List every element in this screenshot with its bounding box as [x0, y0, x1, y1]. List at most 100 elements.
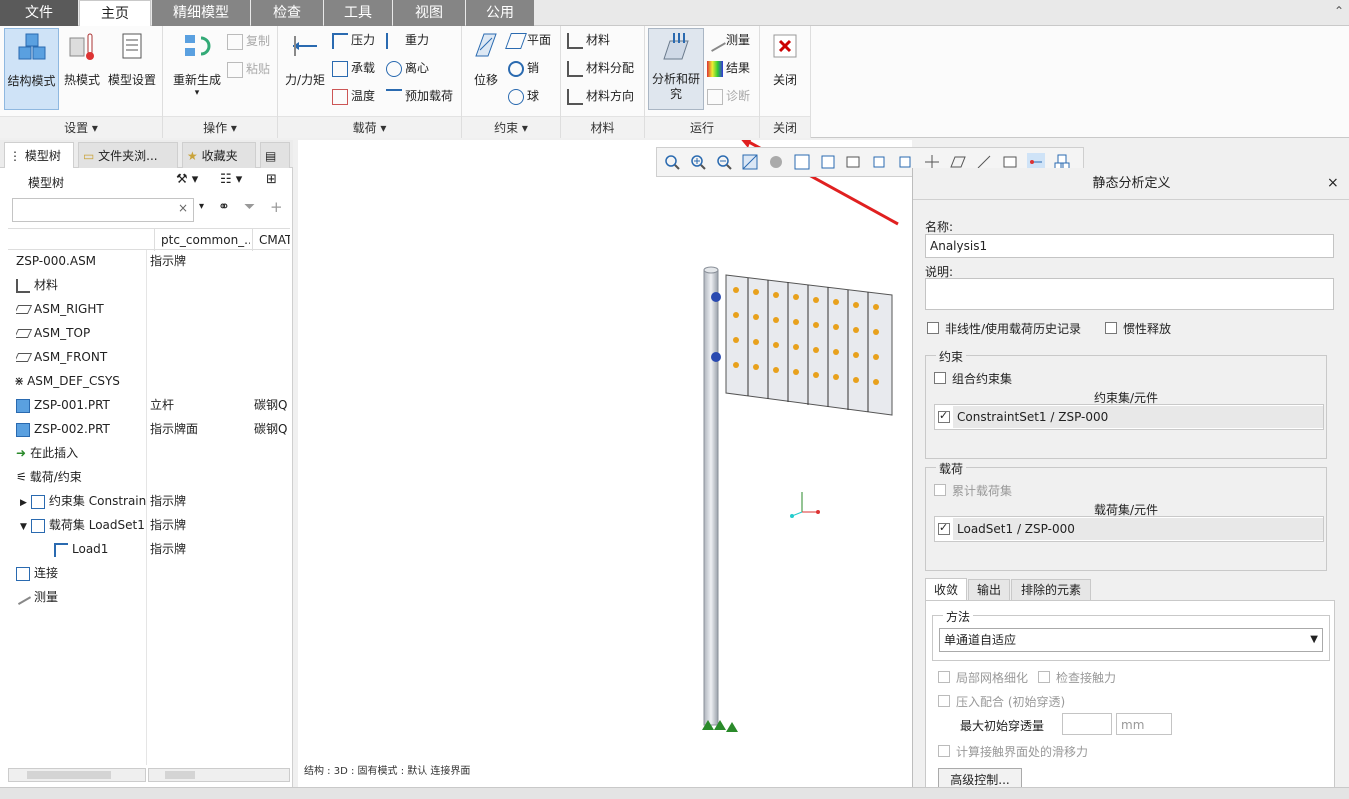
- tree-row-insert-here[interactable]: ➜ 在此插入: [0, 441, 290, 465]
- collapse-arrow-icon[interactable]: ▼: [20, 522, 27, 532]
- combine-constraints-checkbox[interactable]: [934, 372, 946, 384]
- material-button[interactable]: 材料: [567, 30, 610, 50]
- temperature-button[interactable]: 温度: [332, 86, 375, 106]
- spin-center-icon[interactable]: [871, 153, 889, 171]
- load-set-item[interactable]: LoadSet1 / ZSP-000: [953, 518, 1323, 540]
- local-refine-checkbox[interactable]: [938, 671, 950, 683]
- find-binoculars-icon[interactable]: ⚭: [218, 199, 230, 215]
- measures-button[interactable]: 测量: [704, 29, 750, 52]
- zoom-out-icon[interactable]: [715, 153, 733, 171]
- tree-row-connections[interactable]: 连接: [0, 561, 290, 585]
- description-input[interactable]: [925, 278, 1334, 310]
- pin-constraint-button[interactable]: 销: [508, 58, 539, 78]
- tree-row-measures[interactable]: 测量: [0, 585, 290, 609]
- method-select[interactable]: 单通道自适应 ▼: [939, 628, 1323, 652]
- tree-row-assembly[interactable]: ZSP-000.ASM 指示牌: [0, 249, 290, 273]
- copy-button[interactable]: 复制: [227, 31, 270, 51]
- add-icon[interactable]: +: [270, 198, 283, 216]
- tree-row-constraint-set[interactable]: ▶约束集 ConstraintSet1指示牌: [0, 489, 290, 513]
- tab-excluded-elements[interactable]: 排除的元素: [1011, 579, 1091, 601]
- material-direction-button[interactable]: 材料方向: [567, 86, 634, 106]
- tree-row-loads-constraints[interactable]: ⚟ 载荷/约束: [0, 465, 290, 489]
- tree-row-part-001[interactable]: ZSP-001.PRT 立杆 碳钢Q: [0, 393, 290, 417]
- group-operations-label[interactable]: 操作 ▾: [163, 116, 277, 138]
- tree-horizontal-scrollbar-1[interactable]: [8, 768, 146, 782]
- cumulative-loads-checkbox[interactable]: [934, 484, 946, 496]
- material-assign-button[interactable]: 材料分配: [567, 58, 634, 78]
- tree-filter-icon[interactable]: ⊞: [266, 172, 277, 187]
- column-ptc-common[interactable]: ptc_common_...: [154, 229, 250, 251]
- inertia-relief-checkbox[interactable]: [1105, 322, 1117, 334]
- tree-columns-icon[interactable]: ☷ ▾: [220, 172, 242, 187]
- structure-mode-button[interactable]: 结构模式: [4, 28, 59, 110]
- displacement-button[interactable]: 位移: [466, 28, 506, 110]
- tab-refine-model[interactable]: 精细模型: [152, 0, 250, 26]
- expand-arrow-icon[interactable]: ▶: [20, 498, 27, 508]
- analysis-name-input[interactable]: Analysis1: [925, 234, 1334, 258]
- tab-tools[interactable]: 工具: [324, 0, 392, 26]
- shading-icon[interactable]: [767, 153, 785, 171]
- press-fit-checkbox[interactable]: [938, 695, 950, 707]
- ball-constraint-button[interactable]: 球: [508, 86, 539, 106]
- contact-slip-checkbox[interactable]: [938, 745, 950, 757]
- tree-row-asm-front[interactable]: ASM_FRONT: [0, 345, 290, 369]
- tree-row-asm-top[interactable]: ASM_TOP: [0, 321, 290, 345]
- diagnostics-button[interactable]: 诊断: [707, 86, 750, 106]
- nonlinear-checkbox[interactable]: [927, 322, 939, 334]
- gravity-button[interactable]: 重力: [386, 30, 429, 50]
- tree-horizontal-scrollbar-2[interactable]: [148, 768, 290, 782]
- pressure-button[interactable]: 压力: [332, 30, 375, 50]
- refit-icon[interactable]: [663, 153, 681, 171]
- load-set-checkbox[interactable]: [938, 521, 950, 535]
- tab-convergence[interactable]: 收敛: [925, 578, 967, 601]
- tab-output[interactable]: 输出: [968, 579, 1010, 601]
- tree-search-input[interactable]: [12, 198, 194, 222]
- tree-row-materials[interactable]: 材料: [0, 273, 290, 297]
- thermal-mode-button[interactable]: 热模式: [60, 28, 104, 110]
- close-button[interactable]: 关闭: [764, 28, 806, 110]
- perspective-icon[interactable]: [845, 153, 863, 171]
- filter-funnel-icon[interactable]: ⏷: [244, 199, 255, 215]
- tab-view[interactable]: 视图: [393, 0, 465, 26]
- repaint-icon[interactable]: [741, 153, 759, 171]
- group-loads-label[interactable]: 载荷 ▾: [278, 116, 461, 138]
- constraint-set-checkbox[interactable]: [938, 409, 950, 423]
- max-penetration-unit[interactable]: mm: [1116, 713, 1172, 735]
- tree-settings-icon[interactable]: ⚒ ▾: [176, 172, 198, 187]
- tree-row-load-set[interactable]: ▼ 载荷集 LoadSet1 指示牌: [0, 513, 290, 537]
- tree-row-part-002[interactable]: ZSP-002.PRT 指示牌面 碳钢Q: [0, 417, 290, 441]
- saved-views-icon[interactable]: [793, 153, 811, 171]
- tab-layers[interactable]: ▤: [260, 142, 290, 168]
- centrifugal-button[interactable]: 离心: [386, 58, 429, 78]
- group-setup-label[interactable]: 设置 ▾: [0, 116, 162, 138]
- constraint-set-item[interactable]: ConstraintSet1 / ZSP-000: [953, 406, 1323, 428]
- tab-model-tree[interactable]: ⋮ 模型树: [4, 142, 74, 168]
- results-button[interactable]: 结果: [707, 58, 750, 78]
- group-constraints-label[interactable]: 约束 ▾: [462, 116, 560, 138]
- clear-search-icon[interactable]: ×: [178, 201, 188, 215]
- analyses-and-studies-button[interactable]: 分析和研究: [648, 28, 704, 110]
- tab-inspect[interactable]: 检查: [251, 0, 323, 26]
- bearing-button[interactable]: 承载: [332, 58, 375, 78]
- max-penetration-input[interactable]: [1062, 713, 1112, 735]
- tree-row-asm-csys[interactable]: ⋇ ASM_DEF_CSYS: [0, 369, 290, 393]
- dialog-close-icon[interactable]: ×: [1327, 175, 1339, 191]
- column-cmat[interactable]: CMAT: [252, 229, 290, 251]
- search-dropdown-icon[interactable]: ▾: [199, 201, 204, 212]
- zoom-in-icon[interactable]: [689, 153, 707, 171]
- tab-favorites[interactable]: ★ 收藏夹: [182, 142, 256, 168]
- tab-home[interactable]: 主页: [79, 0, 151, 27]
- paste-button[interactable]: 粘贴: [227, 59, 270, 79]
- force-moment-button[interactable]: 力/力矩: [282, 28, 328, 110]
- tree-row-load1[interactable]: Load1 指示牌: [0, 537, 290, 561]
- tab-folder-browser[interactable]: ▭ 文件夹浏...: [78, 142, 178, 168]
- tree-row-asm-right[interactable]: ASM_RIGHT: [0, 297, 290, 321]
- preload-button[interactable]: 预加载荷: [386, 86, 453, 106]
- plane-constraint-button[interactable]: 平面: [505, 30, 551, 50]
- regenerate-button[interactable]: 重新生成 ▾: [167, 28, 227, 110]
- graphics-viewport[interactable]: 结构 : 3D : 固有模式 : 默认 连接界面: [298, 140, 912, 787]
- minimize-ribbon-icon[interactable]: ⌃: [1334, 4, 1344, 18]
- tab-file[interactable]: 文件: [0, 0, 78, 26]
- check-contact-checkbox[interactable]: [1038, 671, 1050, 683]
- view-manager-icon[interactable]: [819, 153, 837, 171]
